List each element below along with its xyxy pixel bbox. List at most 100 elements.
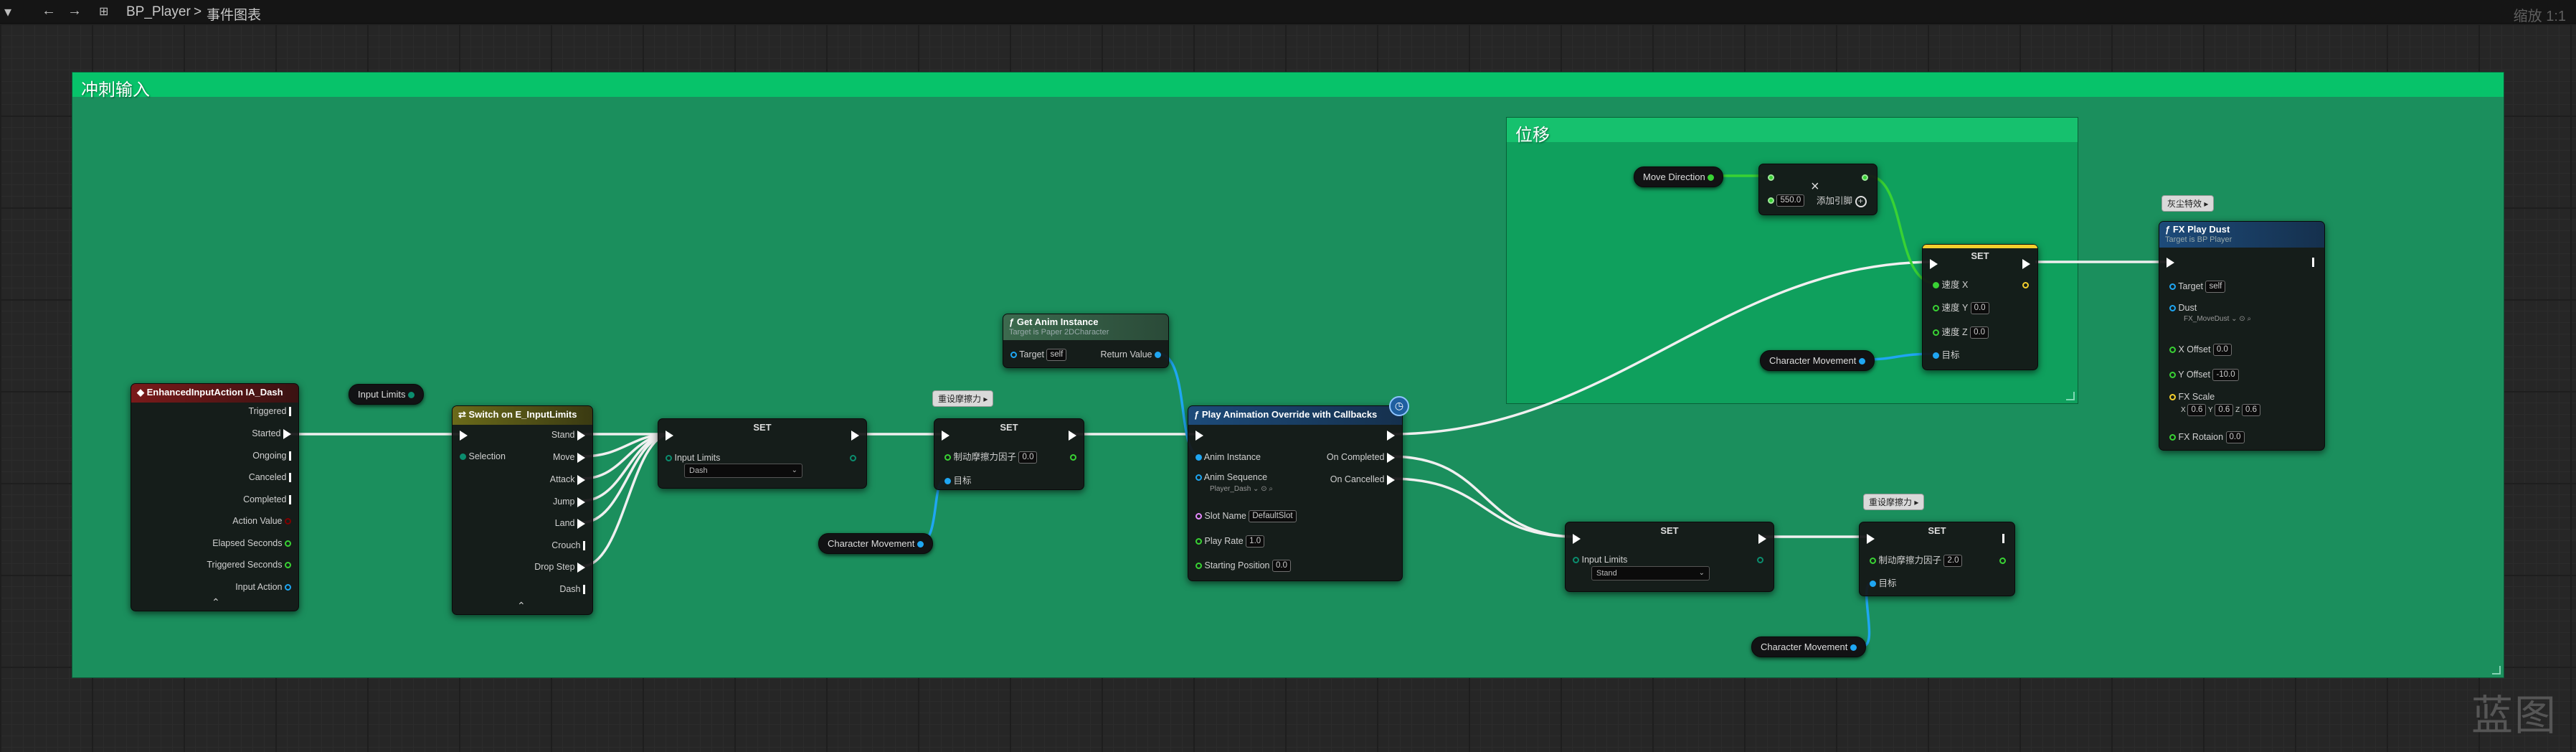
play-animation-override-node[interactable]: ƒ Play Animation Override with Callbacks… <box>1188 396 1409 581</box>
pin-play-rate[interactable]: Play Rate 1.0 <box>1195 535 1265 548</box>
vector-color-strip <box>1923 245 2037 248</box>
pin-x-offset[interactable]: X Offset 0.0 <box>2169 344 2232 357</box>
fx-scale-fields[interactable]: X 0.6 Y 0.6 Z 0.6 <box>2181 404 2260 416</box>
pin-velocity-x[interactable]: 速度 X <box>1933 279 1968 291</box>
enhanced-input-action-node[interactable]: ◆ EnhancedInputAction IA_Dash Triggered … <box>131 383 299 611</box>
graph-type-watermark: 蓝图 <box>2471 691 2557 740</box>
pin-target[interactable]: Target self <box>2169 281 2226 293</box>
pin-target[interactable]: 目标 <box>1933 349 1960 361</box>
pin-exec-out[interactable] <box>2022 258 2030 269</box>
set-input-limits-node-2[interactable]: SET Input Limits Stand ⌄ <box>1565 522 1774 592</box>
pin-elapsed-seconds[interactable]: Elapsed Seconds <box>212 537 291 549</box>
pin-dash[interactable]: Dash <box>559 583 585 595</box>
pin-stand[interactable]: Stand <box>551 429 585 441</box>
pin-ongoing[interactable]: Ongoing <box>252 450 291 461</box>
pin-dust[interactable]: Dust <box>2169 302 2197 314</box>
anim-sequence-asset-picker[interactable]: Player_Dash ⌄ ⊙ ⌕ <box>1210 484 1273 495</box>
pin-crouch[interactable]: Crouch <box>551 540 585 551</box>
pin-target[interactable]: Target self <box>1010 349 1067 362</box>
character-movement-getter-2[interactable]: Character Movement <box>1760 350 1875 371</box>
pin-target[interactable]: 目标 <box>1870 578 1897 589</box>
switch-on-enum-node[interactable]: ⇄ Switch on E_InputLimits Selection Stan… <box>452 405 593 615</box>
pin-drop-step[interactable]: Drop Step <box>534 561 585 573</box>
pin-exec-in[interactable] <box>666 429 673 441</box>
pin-exec-in[interactable] <box>942 429 950 441</box>
pin-starting-position[interactable]: Starting Position 0.0 <box>1195 560 1291 573</box>
pin-fx-scale[interactable]: FX Scale <box>2169 391 2215 403</box>
node-title: SET <box>753 422 772 433</box>
multiply-node[interactable]: × 550.0 添加引脚 + <box>1758 164 1877 215</box>
dust-asset-picker[interactable]: FX_MoveDust ⌄ ⊙ ⌕ <box>2184 314 2251 325</box>
pin-on-completed[interactable]: On Completed <box>1327 451 1395 463</box>
set-velocity-node[interactable]: SET 速度 X 速度 Y 0.0 速度 Z 0.0 目标 <box>1922 244 2038 370</box>
pin-braking-friction[interactable]: 制动摩擦力因子 0.0 <box>944 451 1038 464</box>
pin-anim-instance[interactable]: Anim Instance <box>1195 451 1261 463</box>
pin-exec-out[interactable] <box>2002 532 2004 544</box>
pin-on-cancelled[interactable]: On Cancelled <box>1330 474 1395 485</box>
pin-completed[interactable]: Completed <box>243 494 291 505</box>
pin-return-value[interactable]: Return Value <box>1100 349 1161 360</box>
exec-wire <box>1389 477 1578 538</box>
input-limits-dropdown[interactable]: Stand ⌄ <box>1591 566 1710 581</box>
pin-input-limits[interactable]: Input Limits <box>666 452 720 464</box>
pin-input-limits[interactable]: Input Limits <box>1573 554 1627 565</box>
pin-triggered-seconds[interactable]: Triggered Seconds <box>207 559 291 570</box>
pin-exec-in[interactable] <box>2167 256 2174 268</box>
pin-exec-in[interactable] <box>1867 532 1875 544</box>
pin-result[interactable] <box>1862 171 1868 183</box>
pin-braking-friction[interactable]: 制动摩擦力因子 2.0 <box>1870 555 1963 568</box>
pin-b[interactable]: 550.0 <box>1768 194 1805 207</box>
pin-exec-out[interactable] <box>851 429 859 441</box>
pin-exec-out[interactable] <box>1387 429 1395 441</box>
expand-arrow-icon[interactable]: ⌃ <box>212 596 220 608</box>
pin-anim-sequence[interactable]: Anim Sequence <box>1195 471 1267 483</box>
pin-move[interactable]: Move <box>553 451 585 463</box>
input-limits-getter[interactable]: Input Limits <box>349 384 425 405</box>
pin-triggered[interactable]: Triggered <box>248 405 291 417</box>
move-direction-getter[interactable]: Move Direction <box>1634 166 1724 187</box>
pin-velocity-z[interactable]: 速度 Z 0.0 <box>1933 326 1989 339</box>
pin-fx-rotation[interactable]: FX Rotaion 0.0 <box>2169 431 2245 444</box>
exec-wire <box>1389 455 1578 538</box>
comment-bubble-reset-friction[interactable]: 重设摩擦力 ▸ <box>932 390 994 407</box>
pin-exec-out[interactable] <box>2312 256 2314 268</box>
pin-a[interactable] <box>1768 171 1774 183</box>
pin-target[interactable]: 目标 <box>944 475 972 487</box>
pin-exec-out[interactable] <box>1069 429 1076 441</box>
character-movement-getter-3[interactable]: Character Movement <box>1751 636 1867 657</box>
fx-play-dust-node[interactable]: ƒ FX Play Dust Target is BP Player Targe… <box>2159 221 2325 451</box>
set-friction-node-2[interactable]: SET 制动摩擦力因子 2.0 目标 <box>1859 522 2015 596</box>
pin-started[interactable]: Started <box>252 428 291 439</box>
comment-bubble-reset-friction-2[interactable]: 重设摩擦力 ▸ <box>1863 494 1925 510</box>
pin-canceled[interactable]: Canceled <box>249 471 291 483</box>
pin-exec-out[interactable] <box>1758 532 1766 544</box>
set-friction-node-1[interactable]: SET 制动摩擦力因子 0.0 目标 <box>934 418 1084 490</box>
set-input-limits-node-1[interactable]: SET Input Limits Dash ⌄ <box>658 418 867 489</box>
pin-exec-in[interactable] <box>460 429 468 441</box>
pin-input-action[interactable]: Input Action <box>235 581 291 593</box>
pin-action-value[interactable]: Action Value <box>232 515 291 527</box>
pin-jump[interactable]: Jump <box>553 496 585 507</box>
add-pin-button[interactable]: 添加引脚 + <box>1817 195 1867 207</box>
add-pin-icon: + <box>1855 196 1867 207</box>
pin-selection[interactable]: Selection <box>460 451 506 462</box>
comment-bubble-dust-fx[interactable]: 灰尘特效 ▸ <box>2161 195 2215 212</box>
pin-exec-in[interactable] <box>1573 532 1581 544</box>
pin-exec-in[interactable] <box>1195 429 1203 441</box>
pin-output[interactable] <box>850 452 856 464</box>
pin-exec-in[interactable] <box>1930 258 1938 269</box>
pin-y-offset[interactable]: Y Offset -10.0 <box>2169 369 2239 382</box>
pin-output[interactable] <box>2022 279 2029 291</box>
pin-output[interactable] <box>1757 554 1763 565</box>
get-anim-instance-node[interactable]: ƒ Get Anim Instance Target is Paper 2DCh… <box>1003 314 1169 368</box>
pin-output[interactable] <box>1999 555 2006 566</box>
pin-attack[interactable]: Attack <box>550 474 585 485</box>
pin-slot-name[interactable]: Slot Name DefaultSlot <box>1195 510 1297 523</box>
pin-land[interactable]: Land <box>555 517 585 529</box>
pin-output[interactable] <box>1070 451 1076 463</box>
pin-velocity-y[interactable]: 速度 Y 0.0 <box>1933 302 1989 315</box>
node-header: ƒ Play Animation Override with Callbacks <box>1188 406 1402 425</box>
expand-arrow-icon[interactable]: ⌃ <box>517 600 526 612</box>
input-limits-dropdown[interactable]: Dash ⌄ <box>684 464 802 478</box>
character-movement-getter-1[interactable]: Character Movement <box>818 533 934 554</box>
